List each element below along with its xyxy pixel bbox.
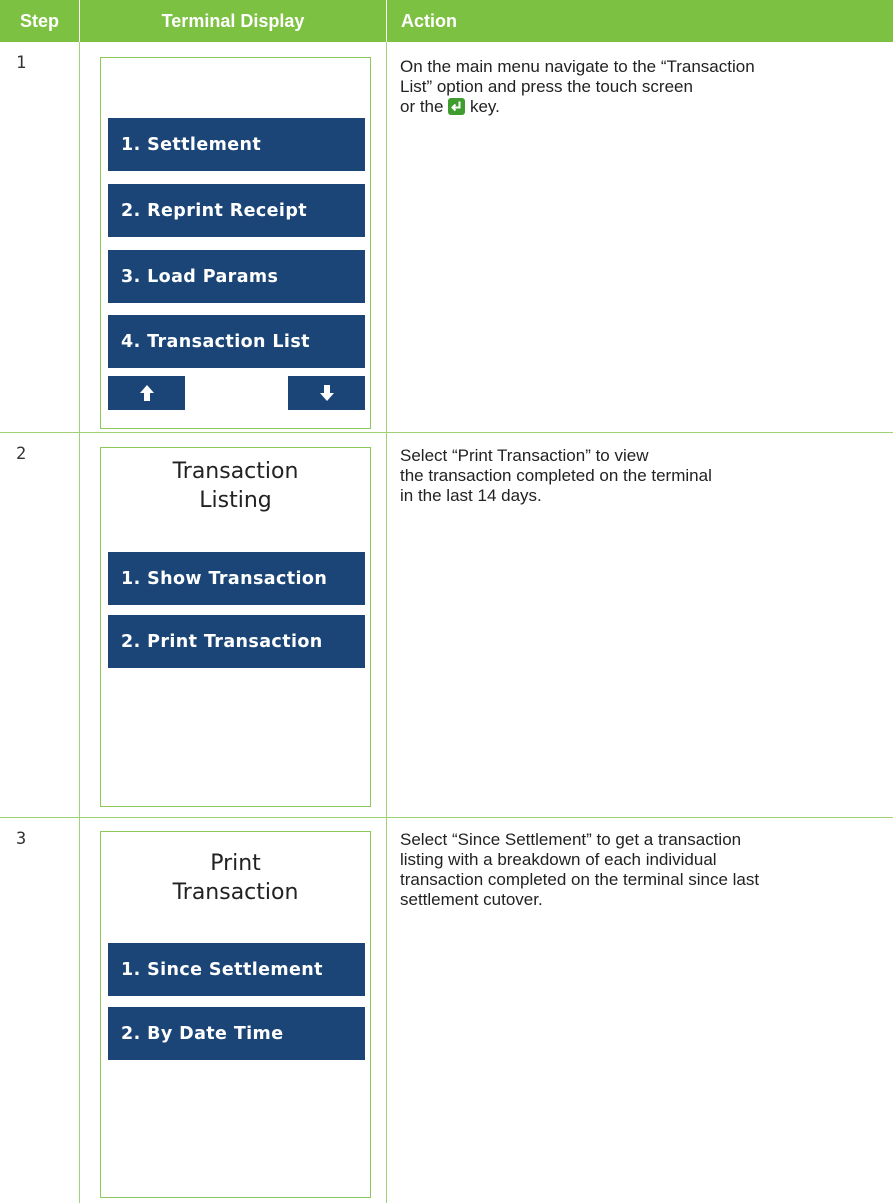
header-action: Action bbox=[387, 0, 893, 42]
menu-settlement-button[interactable]: 1. Settlement bbox=[108, 118, 365, 171]
column-divider bbox=[79, 42, 80, 1203]
step-number: 3 bbox=[16, 829, 27, 849]
action-text: On the main menu navigate to the “Transa… bbox=[400, 57, 880, 117]
instruction-table: Step Terminal Display Action 1 1. Settle… bbox=[0, 0, 893, 1203]
arrow-down-icon bbox=[319, 385, 334, 401]
action-text-before-key: or the bbox=[400, 97, 444, 116]
scroll-down-button[interactable] bbox=[288, 376, 365, 410]
terminal-screen: Print Transaction 1. Since Settlement 2.… bbox=[100, 831, 371, 1198]
row-divider bbox=[0, 432, 893, 433]
action-line: or the key. bbox=[400, 97, 880, 117]
action-line: On the main menu navigate to the “Transa… bbox=[400, 57, 755, 76]
since-settlement-button[interactable]: 1. Since Settlement bbox=[108, 943, 365, 996]
header-step: Step bbox=[0, 0, 79, 42]
enter-key-icon bbox=[448, 98, 466, 115]
step-number: 2 bbox=[16, 444, 27, 464]
action-line: List” option and press the touch screen bbox=[400, 77, 693, 96]
screen-title: Transaction Listing bbox=[172, 459, 299, 513]
by-date-time-button[interactable]: 2. By Date Time bbox=[108, 1007, 365, 1060]
terminal-screen: 1. Settlement 2. Reprint Receipt 3. Load… bbox=[100, 57, 371, 429]
scroll-up-button[interactable] bbox=[108, 376, 185, 410]
action-text: Select “Print Transaction” to view the t… bbox=[400, 446, 712, 505]
action-text-after-key: key. bbox=[469, 97, 500, 116]
screen-title: Print Transaction bbox=[172, 851, 299, 905]
row-divider bbox=[0, 817, 893, 818]
step-number: 1 bbox=[16, 53, 27, 73]
terminal-screen: Transaction Listing 1. Show Transaction … bbox=[100, 447, 371, 807]
print-transaction-button[interactable]: 2. Print Transaction bbox=[108, 615, 365, 668]
menu-transaction-list-button[interactable]: 4. Transaction List bbox=[108, 315, 365, 368]
column-divider bbox=[386, 42, 387, 1203]
menu-reprint-receipt-button[interactable]: 2. Reprint Receipt bbox=[108, 184, 365, 237]
menu-load-params-button[interactable]: 3. Load Params bbox=[108, 250, 365, 303]
arrow-up-icon bbox=[139, 385, 154, 401]
action-text: Select “Since Settlement” to get a trans… bbox=[400, 830, 760, 909]
show-transaction-button[interactable]: 1. Show Transaction bbox=[108, 552, 365, 605]
header-terminal-display: Terminal Display bbox=[80, 0, 386, 42]
